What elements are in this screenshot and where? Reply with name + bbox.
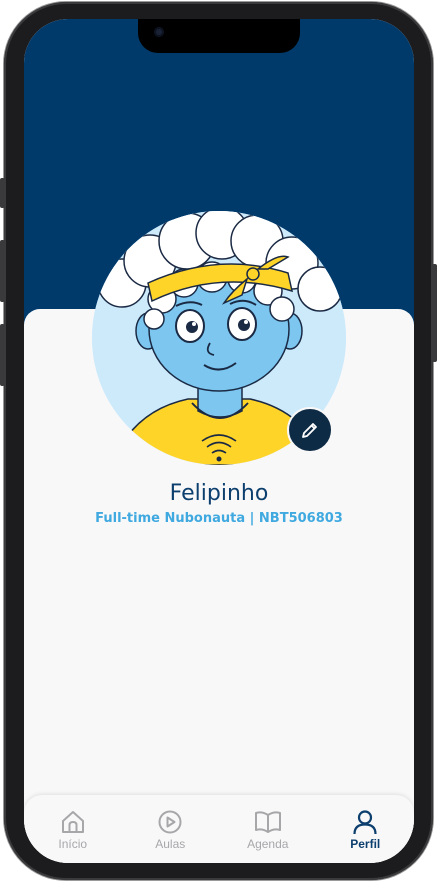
side-button bbox=[0, 178, 5, 208]
notch bbox=[138, 19, 300, 53]
bottom-tab-bar: Início Aulas Agenda Perfil bbox=[24, 795, 414, 863]
profile-subtitle: Full-time Nubonauta | NBT506803 bbox=[95, 511, 343, 526]
edit-avatar-button[interactable] bbox=[287, 407, 333, 453]
tab-agenda[interactable]: Agenda bbox=[219, 795, 317, 863]
tab-aulas[interactable]: Aulas bbox=[122, 795, 220, 863]
power-button bbox=[432, 264, 437, 362]
screen: Felipinho Full-time Nubonauta | NBT50680… bbox=[24, 19, 414, 863]
book-icon bbox=[254, 811, 281, 833]
tab-perfil[interactable]: Perfil bbox=[317, 795, 415, 863]
pencil-icon bbox=[302, 423, 317, 438]
play-circle-icon bbox=[158, 810, 182, 834]
front-camera bbox=[154, 27, 164, 37]
tab-inicio-label: Início bbox=[58, 837, 88, 851]
home-icon bbox=[61, 811, 84, 833]
profile-name: Felipinho bbox=[169, 481, 269, 506]
volume-down-button bbox=[0, 324, 5, 386]
tab-inicio[interactable]: Início bbox=[24, 795, 122, 863]
user-icon bbox=[353, 810, 377, 835]
tab-aulas-label: Aulas bbox=[155, 837, 186, 851]
tab-perfil-label: Perfil bbox=[350, 837, 381, 851]
tab-agenda-label: Agenda bbox=[247, 837, 289, 851]
volume-up-button bbox=[0, 240, 5, 302]
